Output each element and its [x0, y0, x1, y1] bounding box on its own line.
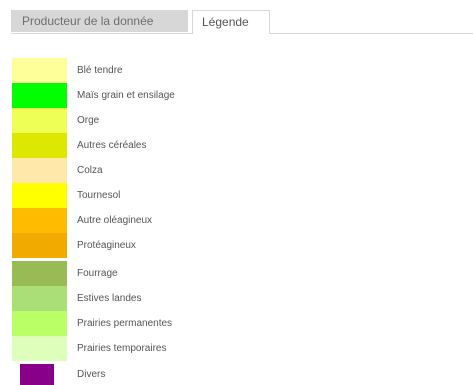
- legend-item-fourrage: Fourrage: [0, 261, 260, 286]
- legend-swatch: [12, 158, 67, 183]
- legend-label: Orge: [77, 115, 100, 126]
- legend-item-proteagineux: Protéagineux: [0, 233, 260, 258]
- legend-label: Tournesol: [77, 190, 121, 201]
- legend-label: Maïs grain et ensilage: [77, 90, 175, 101]
- legend-label: Estives landes: [77, 293, 142, 304]
- legend-swatch: [12, 108, 67, 133]
- legend-label: Prairies temporaires: [77, 343, 167, 354]
- legend-label: Fourrage: [77, 268, 118, 279]
- legend-item-estives-landes: Estives landes: [0, 286, 260, 311]
- legend-item-colza: Colza: [0, 158, 260, 183]
- legend-item-autres-cereales: Autres céréales: [0, 133, 260, 158]
- legend-swatch: [12, 286, 67, 311]
- legend-item-ble-tendre: Blé tendre: [0, 58, 260, 83]
- legend-label: Autres céréales: [77, 140, 147, 151]
- legend-label: Colza: [77, 165, 103, 176]
- legend-swatch: [12, 183, 67, 208]
- legend-item-tournesol: Tournesol: [0, 183, 260, 208]
- legend-swatch: [20, 364, 54, 385]
- legend-item-autre-oleagineux: Autre oléagineux: [0, 208, 260, 233]
- legend-label: Autre oléagineux: [77, 215, 153, 226]
- legend-swatch: [12, 233, 67, 258]
- legend-swatch: [12, 336, 67, 361]
- legend-swatch: [12, 133, 67, 158]
- legend-item-prairies-permanentes: Prairies permanentes: [0, 311, 260, 336]
- legend-label: Prairies permanentes: [77, 318, 173, 329]
- legend-swatch: [12, 83, 67, 108]
- legend-item-mais: Maïs grain et ensilage: [0, 83, 260, 108]
- legend-label: Protéagineux: [77, 240, 136, 251]
- tab-legend[interactable]: Légende: [192, 10, 270, 34]
- legend-swatch: [12, 261, 67, 286]
- legend-item-orge: Orge: [0, 108, 260, 133]
- legend-swatch: [12, 311, 67, 336]
- tab-data-producer[interactable]: Producteur de la donnée: [11, 10, 188, 32]
- legend-swatch: [12, 58, 67, 83]
- legend-swatch: [12, 208, 67, 233]
- legend-label: Blé tendre: [77, 65, 123, 76]
- legend-label: Divers: [77, 369, 106, 380]
- legend-item-prairies-temporaires: Prairies temporaires: [0, 336, 260, 361]
- tab-bar: Producteur de la donnée Légende: [11, 10, 473, 34]
- legend-item-divers: Divers: [0, 364, 260, 385]
